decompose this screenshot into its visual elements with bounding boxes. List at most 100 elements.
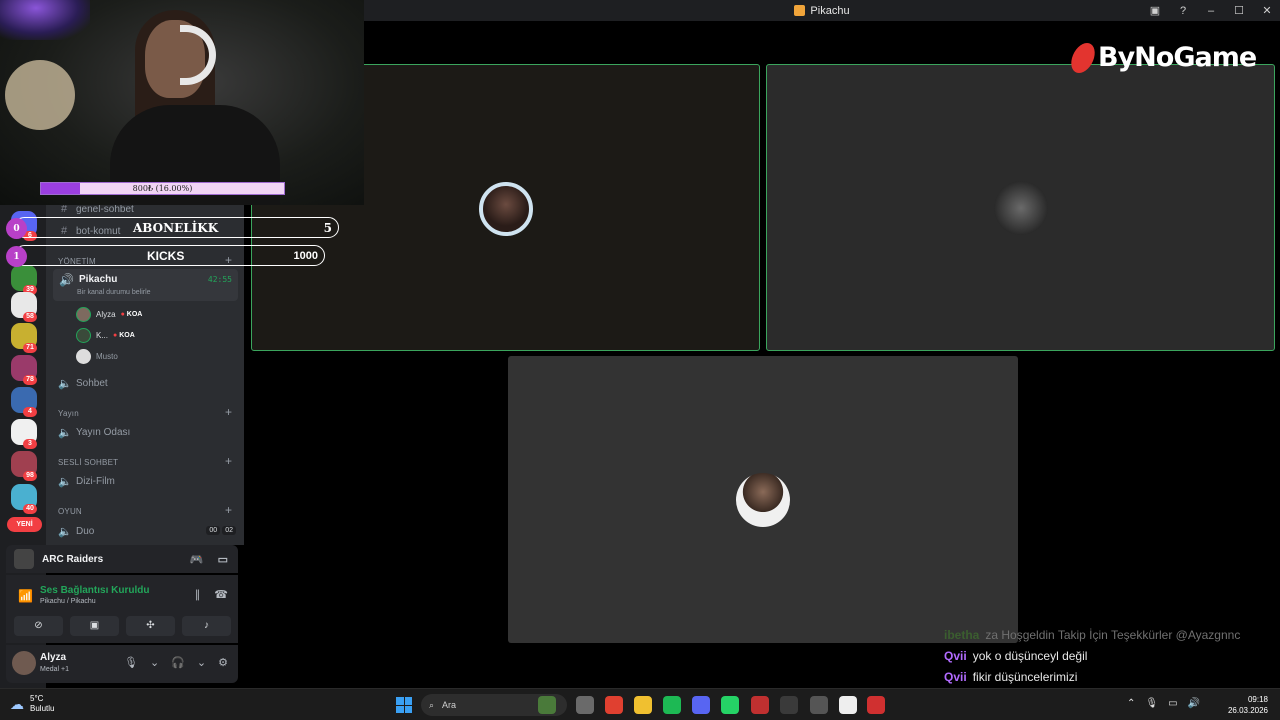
microphone-icon[interactable]: 🎙	[1145, 698, 1158, 709]
controller-icon[interactable]: 🎮	[190, 553, 204, 566]
game-name: ARC Raiders	[42, 553, 104, 565]
speaker-icon: 🔈	[58, 427, 72, 439]
discord-icon[interactable]	[692, 696, 710, 714]
chat-text: yok o düşünceyl değil	[972, 649, 1088, 663]
chat-text: za Hoşgeldin Takip İçin Teşekkürler @Aya…	[985, 628, 1241, 642]
rank-badge: 0	[6, 218, 27, 239]
capcut-icon[interactable]	[839, 696, 857, 714]
spotify-icon[interactable]	[663, 696, 681, 714]
chat-username: Qvii	[944, 649, 967, 663]
channel-yayin-odasi[interactable]: 🔈 Yayın Odası	[58, 426, 130, 439]
connection-status[interactable]: Ses Bağlantısı Kuruldu	[40, 585, 149, 596]
screen-share-icon[interactable]: ▣	[1148, 4, 1162, 17]
user-name[interactable]: Alyza	[40, 652, 66, 663]
avatar	[76, 349, 91, 364]
stream-icon[interactable]: ▭	[218, 553, 228, 566]
video-tile-2[interactable]	[766, 64, 1275, 351]
mention-badge: 58	[23, 312, 37, 322]
add-channel-icon[interactable]: +	[225, 454, 232, 468]
maximize-button[interactable]: ☐	[1232, 4, 1246, 17]
pill-value: 5	[323, 220, 332, 235]
category-yayin[interactable]: Yayın	[58, 409, 79, 418]
logo-mark-icon	[1067, 42, 1099, 73]
voice-connection-panel: 📶 Ses Bağlantısı Kuruldu Pikachu / Pikac…	[6, 575, 238, 643]
search-icon: ⌕	[429, 699, 435, 710]
current-count: 00	[206, 526, 221, 535]
game-app-icon[interactable]	[538, 696, 556, 714]
channel-name: Pikachu	[79, 274, 118, 285]
network-icon[interactable]: ▭	[1168, 698, 1177, 709]
app-icon[interactable]	[867, 696, 885, 714]
mention-badge: 3	[23, 439, 37, 449]
soundboard-button[interactable]: ♪	[182, 616, 231, 636]
overlay-kicks-pill: 1 KICKS 1000	[6, 245, 325, 267]
chat-username: ibetha	[944, 628, 980, 642]
donation-label: 800₺ (16.00%)	[132, 184, 193, 193]
voice-user[interactable]: Alyza KOA	[76, 307, 142, 322]
pill-value: 1000	[293, 249, 318, 262]
channel-label: Yayın Odası	[76, 427, 131, 438]
weather-temp: 5°C	[30, 694, 44, 703]
clock-time: 09:18	[1247, 695, 1268, 704]
channel-status[interactable]: Bir kanal durumu belirle	[77, 289, 151, 296]
volume-icon[interactable]: 🔊	[1188, 698, 1200, 709]
avatar[interactable]	[12, 651, 36, 675]
channel-label: Sohbet	[76, 378, 108, 389]
window-title: Pikachu	[794, 5, 850, 17]
minimize-button[interactable]: –	[1204, 5, 1218, 17]
channel-label: Dizi-Film	[76, 476, 115, 487]
plush-toy	[5, 60, 75, 130]
user-panel: Alyza Medal +1 🎙 ⌄ 🎧 ⌄ ⚙	[6, 645, 238, 683]
channel-sohbet[interactable]: 🔈 Sohbet	[58, 377, 108, 390]
system-tray: ⌃ 🎙 ▭ 🔊	[1127, 698, 1200, 709]
camera-off-button[interactable]: ⊘	[14, 616, 63, 636]
signal-icon[interactable]: 📶	[18, 589, 33, 603]
category-sesli-sohbet[interactable]: SESLİ SOHBET	[58, 458, 118, 467]
app-icon[interactable]	[751, 696, 769, 714]
noise-suppression-icon[interactable]: ∥	[195, 588, 201, 601]
start-button[interactable]	[396, 697, 412, 713]
voice-user[interactable]: Musto	[76, 349, 118, 364]
chevron-down-icon[interactable]: ⌄	[197, 656, 206, 669]
chevron-up-icon[interactable]: ⌃	[1127, 698, 1135, 709]
add-channel-icon[interactable]: +	[225, 503, 232, 517]
chevron-down-icon[interactable]: ⌄	[150, 656, 159, 669]
activities-button[interactable]: ✣	[126, 616, 175, 636]
voice-user-name: K...	[96, 331, 109, 340]
gear-icon[interactable]: ⚙	[218, 656, 228, 669]
video-tile-3[interactable]	[508, 356, 1018, 643]
connected-channel[interactable]: Pikachu / Pikachu	[40, 598, 96, 605]
mention-badge: 98	[23, 471, 37, 481]
voice-user[interactable]: K... KOA	[76, 328, 135, 343]
voice-channel-pikachu[interactable]: 🔊 Pikachu Bir kanal durumu belirle 42:55	[53, 269, 238, 301]
task-view-icon[interactable]	[576, 696, 594, 714]
game-activity-panel[interactable]: ARC Raiders 🎮 ▭	[6, 545, 238, 573]
participant-avatar	[994, 181, 1048, 235]
channel-label: Duo	[76, 526, 95, 537]
channel-duo[interactable]: 🔈 Duo	[58, 525, 94, 538]
app-icon[interactable]	[780, 696, 798, 714]
weather-widget[interactable]: ☁ 5°C Bulutlu	[10, 694, 54, 714]
voice-user-name: Musto	[96, 352, 118, 361]
whatsapp-icon[interactable]	[721, 696, 739, 714]
file-explorer-icon[interactable]	[634, 696, 652, 714]
headphones-icon[interactable]: 🎧	[171, 656, 185, 669]
channel-dizi-film[interactable]: 🔈 Dizi-Film	[58, 475, 115, 488]
help-icon[interactable]: ?	[1176, 5, 1190, 17]
speaker-icon: 🔈	[58, 476, 72, 488]
screen: Pikachu ▣ ? – ☐ ✕ ByNoGame ibetha za Hoşg…	[0, 0, 1280, 720]
obs-icon[interactable]	[810, 696, 828, 714]
chrome-icon[interactable]	[605, 696, 623, 714]
logo-text: ByNoGame	[1098, 42, 1257, 73]
avatar	[76, 328, 91, 343]
category-oyun[interactable]: OYUN	[58, 507, 82, 516]
new-badge[interactable]: YENİ	[7, 517, 42, 532]
role-tag: KOA	[121, 311, 143, 318]
disconnect-icon[interactable]: ☎	[214, 588, 228, 601]
screen-share-button[interactable]: ▣	[70, 616, 119, 636]
taskbar-clock[interactable]: 09:18 26.03.2026	[1228, 694, 1268, 716]
donation-progress-fill	[41, 183, 80, 194]
microphone-icon[interactable]: 🎙	[124, 656, 138, 669]
close-button[interactable]: ✕	[1260, 4, 1274, 17]
add-channel-icon[interactable]: +	[225, 405, 232, 419]
